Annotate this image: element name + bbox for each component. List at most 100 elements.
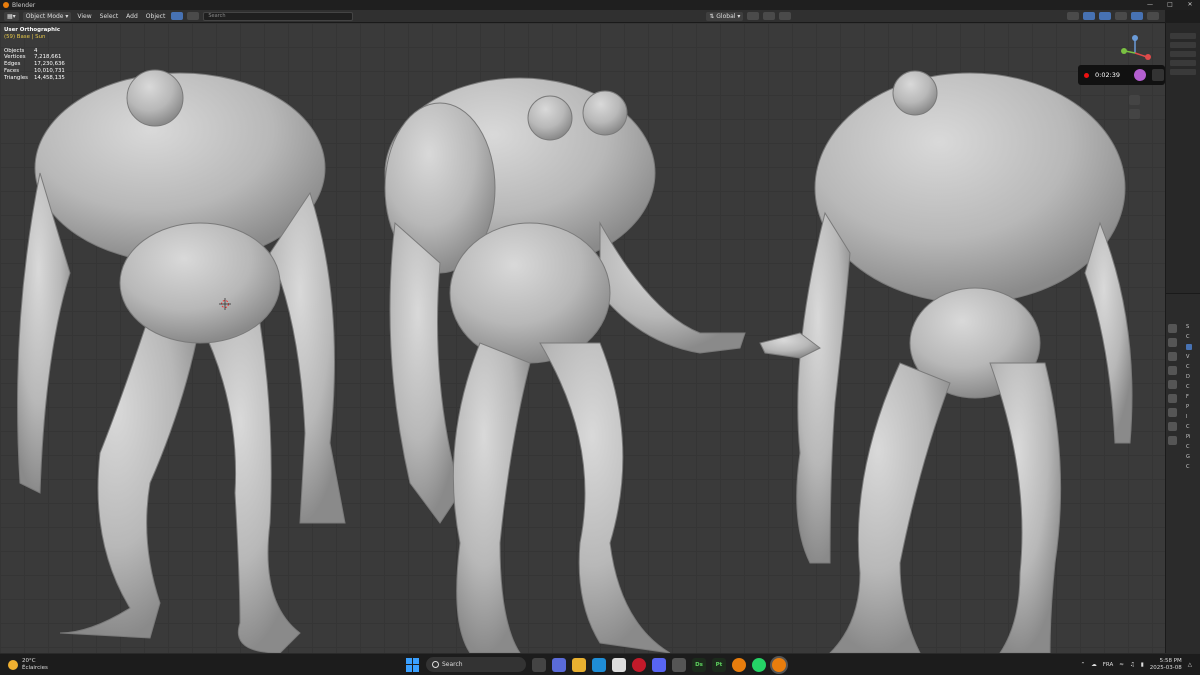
menu-view[interactable]: View [75,13,93,20]
blender-logo-icon [3,2,9,8]
weather-desc: Éclaircies [22,664,48,671]
stat-label: Edges [4,61,21,68]
object-tab-icon[interactable] [1168,408,1177,417]
outliner-row[interactable] [1170,33,1196,39]
copilot-icon[interactable] [552,657,566,672]
menu-add[interactable]: Add [124,13,140,20]
3d-viewport[interactable]: User Orthographic (59) Base | Sun Object… [0,23,1165,653]
prop-item[interactable]: C [1186,424,1192,430]
ortho-toggle-icon[interactable] [1129,109,1140,119]
edge-icon[interactable] [592,657,606,672]
prop-item[interactable]: S [1186,324,1192,330]
maximize-icon[interactable]: □ [1160,0,1180,10]
unity-icon[interactable] [672,657,686,672]
world-tab-icon[interactable] [1168,394,1177,403]
outliner-panel[interactable] [1165,23,1200,293]
screen-recorder-widget[interactable]: 0:02:39 [1078,65,1165,85]
editor-type-button[interactable]: ▦▾ [4,11,19,21]
pivot-icon[interactable] [747,12,760,20]
search-input[interactable]: Search [203,11,354,21]
properties-panel[interactable]: S C V C D C F P I C Pi C G C [1165,293,1200,653]
visibility-icon[interactable] [1067,12,1079,20]
stat-label: Triangles [4,74,28,81]
snap-icon[interactable] [763,12,776,20]
properties-tabs [1168,324,1180,445]
sculpt-figure-right[interactable] [759,70,1133,653]
checkbox[interactable] [1186,344,1192,350]
taskbar-search[interactable]: Search [426,657,526,672]
tray-chevron-icon[interactable]: ⌃ [1081,662,1086,668]
sun-icon [8,659,18,670]
wifi-icon[interactable]: ≈ [1119,662,1124,668]
gizmo-icon[interactable] [1083,12,1095,20]
render-tab-icon[interactable] [1168,338,1177,347]
prop-item[interactable]: F [1186,394,1192,400]
shading-solid-icon[interactable] [1131,12,1143,20]
proportional-edit-icon[interactable] [779,12,792,20]
outliner-row[interactable] [1170,60,1196,66]
taskview-icon[interactable] [532,657,546,672]
view-layer-tab-icon[interactable] [1168,366,1177,375]
prop-item[interactable]: D [1186,374,1192,380]
opera-icon[interactable] [632,657,646,672]
shading-material-icon[interactable] [1147,12,1159,20]
output-tab-icon[interactable] [1168,352,1177,361]
sculpt-figure-left[interactable] [17,69,346,653]
scene-tab-icon[interactable] [1168,380,1177,389]
discord-icon[interactable] [652,657,666,672]
blender-icon[interactable] [732,657,746,672]
whatsapp-icon[interactable] [752,657,766,672]
outliner-row[interactable] [1170,42,1196,48]
z-axis-icon[interactable] [1132,35,1138,41]
camera-view-icon[interactable] [1129,95,1140,105]
windows-start-icon[interactable] [406,657,420,672]
prop-item[interactable]: C [1186,464,1192,470]
weather-widget[interactable]: 20°C Éclaircies [8,658,48,671]
explorer-icon[interactable] [572,657,586,672]
prop-item[interactable]: P [1186,404,1192,410]
x-axis-icon[interactable] [1145,54,1151,60]
taskbar-apps: Search Ds Pt [406,657,786,672]
designer-icon[interactable]: Ds [692,657,706,672]
menu-select[interactable]: Select [98,13,121,20]
prop-item[interactable]: C [1186,444,1192,450]
3d-cursor-icon[interactable] [219,298,231,310]
y-axis-icon[interactable] [1121,48,1127,54]
prop-item[interactable]: V [1186,354,1192,360]
outliner-row[interactable] [1170,51,1196,57]
xray-icon[interactable] [1115,12,1127,20]
weather-text: 20°C Éclaircies [22,658,48,671]
select-mode-icon[interactable] [171,12,184,20]
calendar-icon[interactable] [612,657,626,672]
volume-icon[interactable]: ♫ [1130,662,1135,668]
outliner-row[interactable] [1170,69,1196,75]
prop-item[interactable]: Pi [1186,434,1192,440]
blender-active-icon[interactable] [772,657,786,672]
physics-tab-icon[interactable] [1168,436,1177,445]
language-indicator[interactable]: FRA [1103,662,1114,668]
close-icon[interactable]: ✕ [1180,0,1200,10]
select-box-icon[interactable] [187,12,200,20]
tool-tab-icon[interactable] [1168,324,1177,333]
stat-value: 14,458,135 [34,74,65,81]
menu-object[interactable]: Object [144,13,168,20]
battery-icon[interactable]: ▮ [1141,662,1144,668]
prop-item[interactable]: C [1186,334,1192,340]
sculpt-models [17,69,1133,653]
prop-item[interactable]: I [1186,414,1192,420]
stop-record-button[interactable] [1134,69,1147,81]
modifier-tab-icon[interactable] [1168,422,1177,431]
clock[interactable]: 5:58 PM 2025-03-08 [1150,658,1182,672]
mic-icon[interactable] [1152,69,1165,81]
mode-dropdown[interactable]: Object Mode ▾ [22,11,72,21]
notification-bell-icon[interactable]: △ [1188,662,1192,668]
cloud-icon[interactable]: ☁ [1091,662,1097,668]
sculpt-figure-middle[interactable] [384,77,746,653]
painter-icon[interactable]: Pt [712,657,726,672]
prop-item[interactable]: C [1186,384,1192,390]
prop-item[interactable]: G [1186,454,1192,460]
minimize-icon[interactable]: — [1140,0,1160,10]
overlay-icon[interactable] [1099,12,1111,20]
orientation-dropdown[interactable]: ⇅ Global ▾ [706,11,744,21]
prop-item[interactable]: C [1186,364,1192,370]
